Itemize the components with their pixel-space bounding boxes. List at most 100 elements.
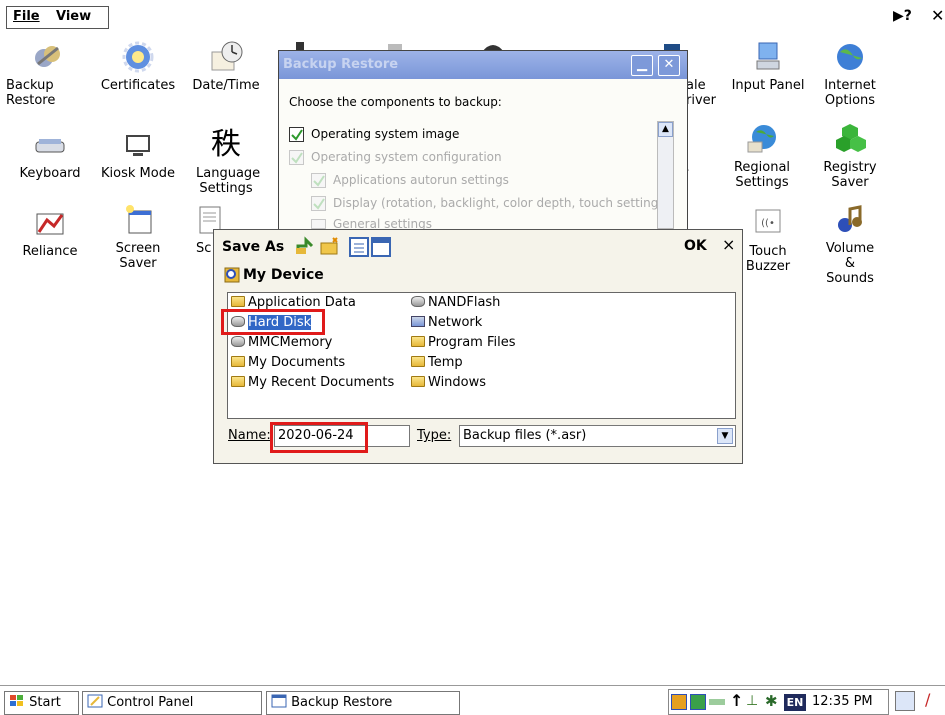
list-item[interactable]: My Documents (231, 354, 345, 372)
folder-icon (411, 376, 425, 387)
list-item[interactable]: My Recent Documents (231, 374, 394, 392)
folder-icon (231, 356, 245, 367)
desktop-icon-language-settings[interactable]: 秩 Language Settings (186, 127, 266, 197)
desktop-icon-internet-options[interactable]: Internet Options (810, 40, 890, 108)
desktop-toggle-icon[interactable] (895, 691, 915, 711)
type-select[interactable]: Backup files (*.asr) ▼ (459, 425, 736, 447)
option-label: Operating system image (311, 127, 460, 141)
desktop-icon-keyboard[interactable]: Keyboard (10, 128, 90, 181)
taskbar: Start Control Panel Backup Restore ↑ ⊥ ✱… (0, 685, 945, 715)
desktop-icon-screen-saver[interactable]: Screen Saver (98, 203, 178, 271)
menu-view[interactable]: View (56, 9, 91, 24)
tray-sync-icon[interactable] (690, 694, 706, 710)
desktop-icon-label: Keyboard (19, 166, 81, 181)
screen-saver-icon (126, 205, 152, 234)
tray-usb-icon[interactable]: ✱ (765, 692, 778, 710)
buzzer-icon: ((• (755, 209, 781, 233)
checkbox-os-image[interactable] (289, 127, 304, 142)
list-item[interactable]: Network (411, 314, 482, 332)
backup-prompt: Choose the components to backup: (289, 95, 502, 109)
desktop-icon-reliance[interactable]: Reliance (10, 206, 90, 259)
tray-app-icon[interactable] (671, 694, 687, 710)
highlight-box (221, 309, 325, 335)
desktop-icon-input-panel[interactable]: Input Panel (728, 40, 808, 93)
new-folder-icon[interactable] (319, 236, 341, 256)
taskbar-backup-restore[interactable]: Backup Restore (266, 691, 460, 715)
help-question-icon[interactable]: ▶? (893, 8, 912, 24)
menu-file[interactable]: File (13, 9, 40, 24)
option-label: Operating system configuration (311, 150, 502, 164)
desktop-icon-label: Touch Buzzer (745, 244, 791, 274)
desktop-icon-regional-settings[interactable]: Regional Settings (722, 122, 802, 190)
option-label: Display (rotation, backlight, color dept… (333, 196, 670, 210)
desktop-icon-registry-saver[interactable]: Registry Saver (810, 122, 890, 190)
desktop-icon-certificates[interactable]: Certificates (98, 40, 178, 93)
desktop-icon-backup-restore[interactable]: Backup Restore (6, 40, 88, 108)
svg-text:((•: ((• (761, 218, 775, 229)
tray-language[interactable]: EN (784, 694, 806, 711)
keyboard-icon (35, 139, 65, 153)
start-button[interactable]: Start (4, 691, 79, 715)
internet-options-icon (837, 44, 863, 70)
desktop-icon-volume-sounds[interactable]: Volume & Sounds (810, 203, 890, 286)
desktop-icon-label: Screen Saver (115, 241, 161, 271)
desktop-icon-label: Kiosk Mode (101, 166, 175, 181)
my-device-icon (224, 267, 240, 283)
network-icon (411, 316, 425, 327)
desktop-icon-label: Internet Options (824, 78, 876, 108)
tray-arrow-up-icon[interactable]: ↑ (730, 691, 743, 710)
option-label: Applications autorun settings (333, 173, 509, 187)
desktop-icon-kiosk-mode[interactable]: Kiosk Mode (98, 128, 178, 181)
list-item[interactable]: Program Files (411, 334, 516, 352)
list-view-icon[interactable] (349, 237, 369, 257)
input-panel-icon (756, 42, 780, 70)
list-item[interactable]: Temp (411, 354, 463, 372)
ok-button[interactable]: OK (684, 238, 707, 254)
details-view-icon[interactable] (371, 237, 391, 257)
tray-clock[interactable]: 12:35 PM (812, 694, 873, 709)
list-item-label: NANDFlash (428, 295, 501, 310)
list-item-label: Temp (428, 355, 463, 370)
drive-icon (231, 336, 245, 347)
folder-icon (231, 296, 245, 307)
backup-scrollbar[interactable]: ▲ (657, 121, 674, 229)
type-select-value: Backup files (*.asr) (463, 428, 587, 443)
windows-flag-icon (10, 695, 23, 706)
up-folder-icon[interactable] (294, 236, 314, 256)
checkbox-os-config (289, 150, 304, 165)
system-tray: ↑ ⊥ ✱ EN 12:35 PM (668, 689, 889, 715)
backup-restore-icon (35, 46, 60, 67)
desktop-icon-label: Reliance (22, 244, 78, 259)
checkbox-display (311, 196, 326, 211)
close-icon[interactable]: ✕ (931, 6, 944, 25)
tray-network-icon[interactable]: ⊥ (746, 693, 758, 709)
desktop-icon-label: Registry Saver (823, 160, 877, 190)
highlight-box (270, 422, 368, 453)
list-item-label: My Recent Documents (248, 375, 395, 390)
save-as-title: Save As (222, 239, 285, 255)
list-item-label: Application Data (248, 295, 356, 310)
backup-dialog-title: Backup Restore (283, 57, 399, 72)
list-item-label: Windows (428, 375, 487, 390)
desktop-icon-label: Backup Restore (6, 78, 56, 108)
desktop-icon-date-time[interactable]: Date/Time (186, 40, 266, 93)
tray-battery-icon[interactable] (709, 699, 725, 705)
backup-close-button[interactable]: ✕ (658, 55, 680, 76)
pen-icon[interactable]: / (925, 690, 930, 709)
taskbar-control-panel[interactable]: Control Panel (82, 691, 262, 715)
list-item[interactable]: MMCMemory (231, 334, 332, 352)
language-glyph-icon: 秩 (211, 127, 241, 162)
list-item-label: Network (428, 315, 483, 330)
desktop-icon-label: Date/Time (192, 78, 260, 93)
type-label: Type: (417, 428, 452, 443)
desktop-icon-label: Certificates (100, 78, 176, 93)
list-item-label: My Documents (248, 355, 346, 370)
taskbar-label: Control Panel (107, 695, 194, 710)
list-item[interactable]: NANDFlash (411, 294, 500, 312)
minimize-button[interactable]: ▁ (631, 55, 653, 76)
control-panel-icon (87, 694, 103, 708)
save-as-close-button[interactable]: × (722, 235, 735, 254)
name-label: Name: (228, 428, 271, 443)
chevron-down-icon[interactable]: ▼ (717, 428, 733, 444)
list-item[interactable]: Windows (411, 374, 486, 392)
